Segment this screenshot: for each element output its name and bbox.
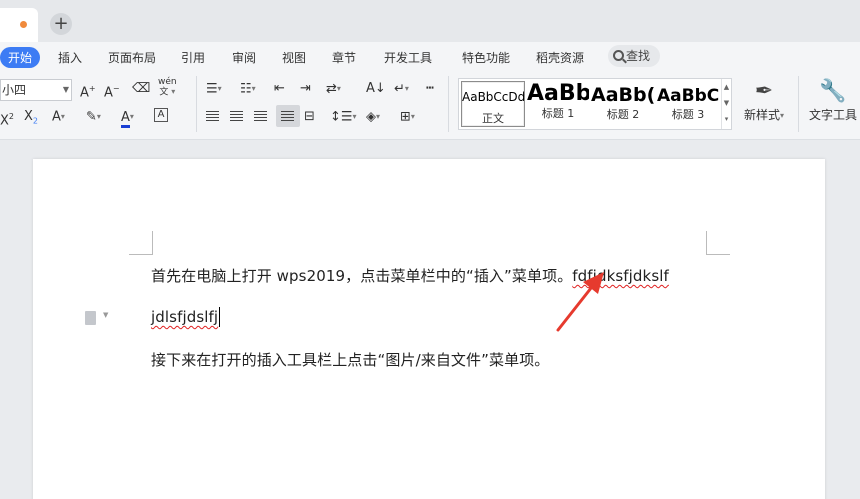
style-name: 正文 xyxy=(482,112,504,125)
style-preview: AaBbCcDd xyxy=(462,90,525,104)
tab-references[interactable]: 引用 xyxy=(181,49,205,66)
pinyin-guide-icon[interactable]: wén 文 ▾ xyxy=(158,77,177,98)
tab-special-features[interactable]: 特色功能 xyxy=(462,49,510,66)
grow-font-icon[interactable]: A+ xyxy=(80,80,96,102)
style-name: 标题 2 xyxy=(606,108,640,121)
style-name: 标题 3 xyxy=(671,108,705,121)
paragraph-3[interactable]: 接下来在打开的插入工具栏上点击“图片/来自文件”菜单项。 xyxy=(151,349,549,370)
shrink-font-icon[interactable]: A− xyxy=(104,80,120,102)
bullet-list-icon[interactable]: ☰▾ xyxy=(206,80,222,99)
chevron-down-icon[interactable]: ▼ xyxy=(103,311,108,319)
search-label: 查找 xyxy=(626,49,651,63)
paragraph-3-text: 接下来在打开的插入工具栏上点击“图片/来自文件”菜单项。 xyxy=(151,351,550,369)
unsaved-dot-icon xyxy=(20,21,27,28)
ribbon: 开始 插入 页面布局 引用 审阅 视图 章节 开发工具 特色功能 稻壳资源 查找… xyxy=(0,42,860,140)
align-left-icon[interactable] xyxy=(206,108,219,126)
pinyin-label: wén xyxy=(158,77,177,87)
wrench-icon: 🔧 xyxy=(819,79,847,104)
borders-icon[interactable]: ⊞▾ xyxy=(400,108,415,127)
superscript-icon[interactable]: X2 xyxy=(0,108,14,130)
search-box[interactable]: 查找 xyxy=(608,45,660,67)
font-size-value: 小四 xyxy=(2,83,27,97)
align-center-icon[interactable] xyxy=(230,108,243,126)
text-tools-button[interactable]: 🔧 文字工具 xyxy=(806,78,860,123)
tab-insert[interactable]: 插入 xyxy=(58,49,82,66)
text-direction-icon[interactable]: ⇄▾ xyxy=(326,80,341,99)
highlight-icon[interactable]: ✎▾ xyxy=(86,108,101,127)
tab-page-layout[interactable]: 页面布局 xyxy=(108,49,156,66)
distribute-icon[interactable]: ⊟ xyxy=(304,108,315,126)
tab-review[interactable]: 审阅 xyxy=(232,49,256,66)
tab-view[interactable]: 视图 xyxy=(282,49,306,66)
align-justify-icon[interactable] xyxy=(281,108,294,126)
new-tab-button[interactable]: + xyxy=(50,13,72,35)
document-page[interactable]: 首先在电脑上打开 wps2019，点击菜单栏中的“插入”菜单项。fdfjdksf… xyxy=(33,159,825,499)
style-name: 标题 1 xyxy=(541,107,575,120)
document-tab[interactable] xyxy=(0,8,38,42)
menu-bar: 开始 插入 页面布局 引用 审阅 视图 章节 开发工具 特色功能 稻壳资源 查找 xyxy=(0,42,860,70)
pen-icon: ✒ xyxy=(754,79,774,104)
char-border-icon[interactable]: A xyxy=(154,108,168,122)
increase-indent-icon[interactable]: ⇥ xyxy=(300,80,311,98)
text-cursor xyxy=(219,307,221,327)
search-icon xyxy=(613,50,624,61)
new-style-label: 新样式 xyxy=(743,108,780,122)
paragraph-1-text: 首先在电脑上打开 wps2019，点击菜单栏中的“插入”菜单项。 xyxy=(151,267,573,285)
style-heading-2[interactable]: AaBb( 标题 2 xyxy=(591,81,655,127)
separator xyxy=(448,76,449,132)
show-marks-icon[interactable]: ↵▾ xyxy=(394,80,409,99)
style-heading-3[interactable]: AaBbC 标题 3 xyxy=(657,81,719,127)
font-color-icon[interactable]: A▾ xyxy=(121,108,134,128)
style-normal[interactable]: AaBbCcDd 正文 xyxy=(461,81,525,127)
style-preview: AaBb( xyxy=(591,84,655,106)
separator xyxy=(798,76,799,132)
separator xyxy=(196,76,197,132)
style-preview: AaBbC xyxy=(657,86,719,106)
subscript-icon[interactable]: X2 xyxy=(24,108,38,131)
style-preview: AaBb xyxy=(527,81,589,106)
annotation-arrow-icon xyxy=(556,272,604,332)
title-bar: + xyxy=(0,0,860,42)
align-right-icon[interactable] xyxy=(254,108,267,126)
chevron-down-icon: ▼ xyxy=(62,85,69,94)
new-style-button[interactable]: ✒ 新样式▾ xyxy=(740,78,788,123)
style-heading-1[interactable]: AaBb 标题 1 xyxy=(527,81,589,127)
font-size-select[interactable]: 小四 ▼ xyxy=(0,79,72,101)
gallery-scroll[interactable]: ▲ ▼ ▾ xyxy=(721,79,731,129)
line-spacing-icon[interactable]: ↕☰▾ xyxy=(330,108,357,127)
tab-developer[interactable]: 开发工具 xyxy=(384,49,432,66)
styles-gallery: AaBbCcDd 正文 AaBb 标题 1 AaBb( 标题 2 AaBbC 标… xyxy=(458,78,732,130)
decrease-indent-icon[interactable]: ⇤ xyxy=(274,80,285,98)
tab-ruler-icon[interactable]: ┅ xyxy=(426,80,434,98)
clear-format-icon[interactable]: ⌫ xyxy=(132,80,150,98)
margin-corner-mark xyxy=(129,231,153,255)
margin-corner-mark xyxy=(706,231,730,255)
tab-chapter[interactable]: 章节 xyxy=(332,49,356,66)
paragraph-marker-icon[interactable] xyxy=(85,311,96,325)
paragraph-2[interactable]: jdlsfjdslfj xyxy=(151,307,221,327)
text-effect-icon[interactable]: A▾ xyxy=(52,108,65,127)
text-tools-label: 文字工具 xyxy=(808,108,857,122)
tab-home[interactable]: 开始 xyxy=(0,47,41,68)
tab-docer-resources[interactable]: 稻壳资源 xyxy=(536,49,584,66)
sort-icon[interactable]: A↓ xyxy=(366,80,386,98)
numbered-list-icon[interactable]: ☷▾ xyxy=(240,80,256,99)
shading-icon[interactable]: ◈▾ xyxy=(366,108,380,127)
paragraph-2-text: jdlsfjdslfj xyxy=(151,308,219,326)
